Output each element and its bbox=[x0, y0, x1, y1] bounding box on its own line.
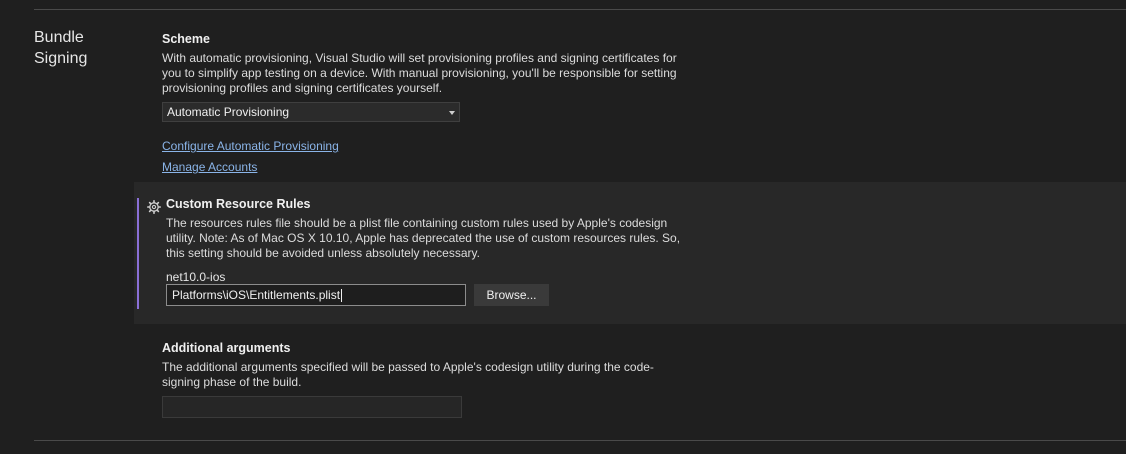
scheme-title: Scheme bbox=[162, 32, 210, 46]
additional-arguments-title: Additional arguments bbox=[162, 341, 291, 355]
resource-rules-path-value: Platforms\iOS\Entitlements.plist bbox=[172, 288, 341, 302]
additional-arguments-input[interactable] bbox=[162, 396, 462, 418]
resource-rules-path-input[interactable]: Platforms\iOS\Entitlements.plist bbox=[166, 284, 466, 306]
target-framework-label: net10.0-ios bbox=[166, 270, 226, 284]
text-caret bbox=[341, 289, 343, 303]
configure-automatic-provisioning-link[interactable]: Configure Automatic Provisioning bbox=[162, 139, 339, 153]
scheme-property: Scheme With automatic provisioning, Visu… bbox=[162, 32, 682, 96]
section-title-line2: Signing bbox=[34, 50, 88, 67]
bundle-signing-page: Bundle Signing Scheme With automatic pro… bbox=[0, 0, 1126, 454]
scheme-description: With automatic provisioning, Visual Stud… bbox=[162, 51, 677, 95]
custom-resource-rules-property: Custom Resource Rules The resources rule… bbox=[166, 197, 686, 261]
additional-arguments-property: Additional arguments The additional argu… bbox=[162, 341, 682, 390]
section-title-line1: Bundle bbox=[34, 29, 84, 46]
scheme-dropdown[interactable]: Automatic Provisioning bbox=[162, 102, 460, 122]
top-divider bbox=[34, 9, 1126, 10]
gear-icon[interactable] bbox=[147, 200, 161, 214]
chevron-down-icon bbox=[449, 111, 455, 115]
scheme-dropdown-value: Automatic Provisioning bbox=[167, 105, 290, 119]
modified-indicator-bar bbox=[137, 198, 139, 309]
additional-arguments-description: The additional arguments specified will … bbox=[162, 360, 654, 389]
manage-accounts-link[interactable]: Manage Accounts bbox=[162, 160, 257, 174]
bottom-divider bbox=[34, 440, 1126, 441]
browse-button[interactable]: Browse... bbox=[474, 284, 549, 306]
section-title: Bundle Signing bbox=[34, 27, 124, 69]
custom-resource-rules-title: Custom Resource Rules bbox=[166, 197, 311, 211]
custom-resource-rules-description: The resources rules file should be a pli… bbox=[166, 216, 681, 260]
